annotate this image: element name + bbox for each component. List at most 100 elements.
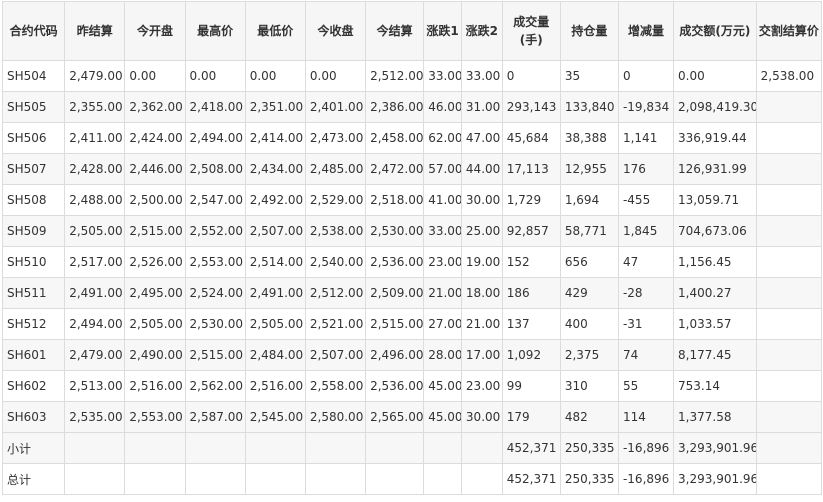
table-cell: 176 xyxy=(617,153,675,185)
table-cell: 17,113 xyxy=(501,153,561,185)
table-cell: 38,388 xyxy=(559,122,619,154)
table-row: SH504 2,479.00 0.00 0.00 0.00 0.00 2,512.00 33.… xyxy=(1,60,823,92)
table-cell: 2,351.00 xyxy=(244,91,306,123)
contract-code-cell: SH509 xyxy=(1,215,66,247)
table-cell: 2,473.00 xyxy=(304,122,367,154)
table-cell: 137 xyxy=(501,308,561,340)
column-header: 成交额(万元) xyxy=(673,1,757,61)
table-cell: 74 xyxy=(617,339,675,371)
table-cell: 2,414.00 xyxy=(244,122,306,154)
table-cell: 2,509.00 xyxy=(365,277,425,309)
table-cell: 452,371 xyxy=(501,463,561,495)
table-cell: 45.00 xyxy=(423,370,462,402)
table-cell: 92,857 xyxy=(501,215,561,247)
table-cell: 2,536.00 xyxy=(365,370,425,402)
table-cell: 31.00 xyxy=(460,91,503,123)
table-cell xyxy=(124,463,186,495)
futures-settlement-table: 合约代码 昨结算 今开盘 最高价 最低价 今收盘 今结算 涨跌1 涨跌2 成交量… xyxy=(1,1,823,495)
table-row: SH603 2,535.00 2,553.00 2,587.00 2,545.00 2,5… xyxy=(1,401,823,433)
table-cell: 1,141 xyxy=(617,122,675,154)
table-cell: 2,545.00 xyxy=(244,401,306,433)
table-cell: 2,518.00 xyxy=(365,184,425,216)
table-cell: 482 xyxy=(559,401,619,433)
table-cell: 23.00 xyxy=(423,246,462,278)
table-cell xyxy=(124,432,186,464)
table-cell: 2,521.00 xyxy=(304,308,367,340)
table-cell: 0.00 xyxy=(673,60,757,92)
table-cell: 2,424.00 xyxy=(124,122,186,154)
table-cell: 23.00 xyxy=(460,370,503,402)
table-row: SH511 2,491.00 2,495.00 2,524.00 2,491.00 2,5… xyxy=(1,277,823,309)
table-cell xyxy=(64,432,126,464)
table-cell: 2,524.00 xyxy=(184,277,246,309)
table-cell: -31 xyxy=(617,308,675,340)
table-cell: 2,529.00 xyxy=(304,184,367,216)
table-cell: 2,540.00 xyxy=(304,246,367,278)
table-cell: 0 xyxy=(501,60,561,92)
table-cell: 1,694 xyxy=(559,184,619,216)
contract-code-cell: SH505 xyxy=(1,91,66,123)
table-cell: 2,098,419.30 xyxy=(673,91,757,123)
table-cell: 126,931.99 xyxy=(673,153,757,185)
table-cell: 2,488.00 xyxy=(64,184,126,216)
table-cell: 41.00 xyxy=(423,184,462,216)
table-cell: 55 xyxy=(617,370,675,402)
table-cell: 2,494.00 xyxy=(64,308,126,340)
table-cell: 2,505.00 xyxy=(244,308,306,340)
table-cell: 30.00 xyxy=(460,184,503,216)
table-cell: 58,771 xyxy=(559,215,619,247)
table-cell: 2,514.00 xyxy=(244,246,306,278)
table-cell xyxy=(365,432,425,464)
table-cell: 2,558.00 xyxy=(304,370,367,402)
table-cell: 2,547.00 xyxy=(184,184,246,216)
table-cell: 2,428.00 xyxy=(64,153,126,185)
table-cell: 25.00 xyxy=(460,215,503,247)
table-header-row: 合约代码 昨结算 今开盘 最高价 最低价 今收盘 今结算 涨跌1 涨跌2 成交量… xyxy=(1,1,823,61)
table-cell: 2,490.00 xyxy=(124,339,186,371)
table-cell: 704,673.06 xyxy=(673,215,757,247)
table-row: SH512 2,494.00 2,505.00 2,530.00 2,505.00 2,5… xyxy=(1,308,823,340)
table-cell: 1,845 xyxy=(617,215,675,247)
column-header: 最低价 xyxy=(244,1,306,61)
table-cell: 656 xyxy=(559,246,619,278)
table-cell: 2,401.00 xyxy=(304,91,367,123)
table-cell xyxy=(755,308,823,340)
column-header: 今收盘 xyxy=(304,1,367,61)
table-row: SH602 2,513.00 2,516.00 2,562.00 2,516.00 2,5… xyxy=(1,370,823,402)
table-row: SH601 2,479.00 2,490.00 2,515.00 2,484.00 2,5… xyxy=(1,339,823,371)
table-cell: 400 xyxy=(559,308,619,340)
table-cell xyxy=(423,463,462,495)
table-cell: 753.14 xyxy=(673,370,757,402)
table-cell: 45,684 xyxy=(501,122,561,154)
table-cell: 1,400.27 xyxy=(673,277,757,309)
table-cell: 0.00 xyxy=(304,60,367,92)
column-header: 交割结算价 xyxy=(755,1,823,61)
table-cell: 2,479.00 xyxy=(64,60,126,92)
table-cell: 2,508.00 xyxy=(184,153,246,185)
table-cell: 2,505.00 xyxy=(64,215,126,247)
table-cell: -455 xyxy=(617,184,675,216)
table-cell: -16,896 xyxy=(617,432,675,464)
contract-code-cell: SH510 xyxy=(1,246,66,278)
table-cell: 2,484.00 xyxy=(244,339,306,371)
table-cell: 2,494.00 xyxy=(184,122,246,154)
table-cell: 2,512.00 xyxy=(365,60,425,92)
table-cell: 2,515.00 xyxy=(365,308,425,340)
table-cell: 13,059.71 xyxy=(673,184,757,216)
table-cell: 2,553.00 xyxy=(124,401,186,433)
table-cell: 2,472.00 xyxy=(365,153,425,185)
table-cell: 2,552.00 xyxy=(184,215,246,247)
table-cell: 45.00 xyxy=(423,401,462,433)
table-cell: 2,434.00 xyxy=(244,153,306,185)
table-cell: 2,512.00 xyxy=(304,277,367,309)
table-cell xyxy=(755,122,823,154)
table-cell: 133,840 xyxy=(559,91,619,123)
table-cell: 19.00 xyxy=(460,246,503,278)
table-cell: 2,513.00 xyxy=(64,370,126,402)
column-header: 涨跌2 xyxy=(460,1,503,61)
table-cell: 30.00 xyxy=(460,401,503,433)
table-cell: 179 xyxy=(501,401,561,433)
table-cell: 17.00 xyxy=(460,339,503,371)
contract-code-cell: SH508 xyxy=(1,184,66,216)
contract-code-cell: SH603 xyxy=(1,401,66,433)
